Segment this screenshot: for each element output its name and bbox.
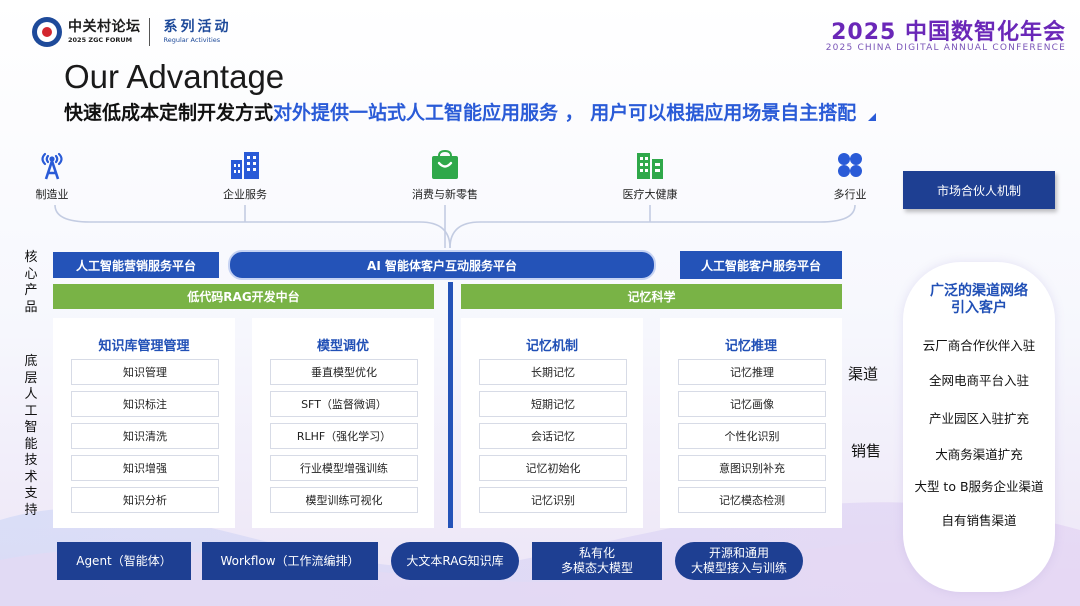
shopping-bag-icon xyxy=(432,150,458,179)
bottom-button-label-2: 大模型接入与训练 xyxy=(690,561,787,575)
bottom-button-label: 大文本RAG知识库 xyxy=(406,553,504,568)
module-item[interactable]: 知识管理 xyxy=(71,359,219,385)
industry-label: 企业服务 xyxy=(223,188,267,201)
agent-button[interactable]: Agent（智能体） xyxy=(57,542,191,580)
module-item[interactable]: 模型训练可视化 xyxy=(270,487,418,513)
module-title: 知识库管理管理 xyxy=(98,339,190,354)
industry-label: 多行业 xyxy=(833,188,867,201)
channel-item: 产业园区入驻扩充 xyxy=(928,411,1029,426)
module-item[interactable]: 记忆模态检测 xyxy=(678,487,826,513)
antenna-icon xyxy=(41,152,63,180)
industry-label: 制造业 xyxy=(35,188,69,201)
module-item[interactable]: SFT（监督微调） xyxy=(270,391,418,417)
center-divider xyxy=(448,282,453,528)
open-source-model-button[interactable]: 开源和通用 大模型接入与训练 xyxy=(675,542,803,580)
module-card-memory-mechanism: 记忆机制 长期记忆 短期记忆 会话记忆 记忆初始化 记忆识别 xyxy=(461,318,643,528)
buildings-icon xyxy=(231,152,259,179)
channel-item: 全网电商平台入驻 xyxy=(928,373,1029,388)
bottom-button-label-2: 多模态大模型 xyxy=(560,561,633,575)
module-item[interactable]: 记忆识别 xyxy=(479,487,627,513)
market-partner-button[interactable]: 市场合伙人机制 xyxy=(903,171,1055,209)
workflow-button[interactable]: Workflow（工作流编排） xyxy=(202,542,378,580)
module-item[interactable]: RLHF（强化学习） xyxy=(270,423,418,449)
channel-item: 云厂商合作伙伴入驻 xyxy=(922,338,1036,353)
channel-item: 大型 to B服务企业渠道 xyxy=(914,479,1044,494)
module-item[interactable]: 长期记忆 xyxy=(479,359,627,385)
industry-manufacturing: 制造业 xyxy=(0,150,112,202)
rag-knowledge-base-button[interactable]: 大文本RAG知识库 xyxy=(391,542,519,580)
ai-marketing-platform[interactable]: 人工智能营销服务平台 xyxy=(53,252,219,278)
module-card-knowledge-base: 知识库管理管理 知识管理 知识标注 知识清洗 知识增强 知识分析 xyxy=(53,318,235,528)
channel-label: 渠道 xyxy=(848,365,879,383)
module-item[interactable]: 个性化识别 xyxy=(678,423,826,449)
industry-enterprise-services: 企业服务 xyxy=(185,150,305,202)
memory-science-bar: 记忆科学 xyxy=(461,284,842,309)
ai-customer-service-platform[interactable]: 人工智能客户服务平台 xyxy=(680,251,842,279)
sales-label: 销售 xyxy=(851,442,882,460)
module-title: 记忆推理 xyxy=(724,339,777,354)
four-petal-icon xyxy=(838,153,862,177)
module-item[interactable]: 短期记忆 xyxy=(479,391,627,417)
channel-item: 大商务渠道扩充 xyxy=(935,447,1023,462)
module-item[interactable]: 记忆初始化 xyxy=(479,455,627,481)
module-card-memory-reasoning: 记忆推理 记忆推理 记忆画像 个性化识别 意图识别补充 记忆模态检测 xyxy=(660,318,842,528)
low-code-rag-platform-bar: 低代码RAG开发中台 xyxy=(53,284,434,309)
bottom-button-label: 私有化 xyxy=(578,546,615,560)
bottom-button-label: 开源和通用 xyxy=(708,546,769,560)
module-item[interactable]: 知识分析 xyxy=(71,487,219,513)
bottom-button-label: Agent（智能体） xyxy=(76,553,172,568)
industry-healthcare: 医疗大健康 xyxy=(590,150,710,202)
module-item[interactable]: 知识清洗 xyxy=(71,423,219,449)
private-multimodal-model-button[interactable]: 私有化 多模态大模型 xyxy=(532,542,662,580)
module-item[interactable]: 记忆画像 xyxy=(678,391,826,417)
module-card-model-tuning: 模型调优 垂直模型优化 SFT（监督微调） RLHF（强化学习） 行业模型增强训… xyxy=(252,318,434,528)
module-item[interactable]: 记忆推理 xyxy=(678,359,826,385)
module-item[interactable]: 垂直模型优化 xyxy=(270,359,418,385)
module-title: 记忆机制 xyxy=(525,339,578,354)
bottom-button-label: Workflow（工作流编排） xyxy=(220,553,360,568)
channel-network-panel: 广泛的渠道网络 引入客户 云厂商合作伙伴入驻 全网电商平台入驻 产业园区入驻扩充… xyxy=(903,262,1055,592)
base-ai-support-label: 底层人工智能技术支持 xyxy=(24,354,38,518)
ai-agent-interaction-platform[interactable]: AI 智能体客户互动服务平台 xyxy=(228,250,656,280)
hospital-icon xyxy=(637,153,663,179)
industry-multi: 多行业 xyxy=(790,150,910,202)
channel-title-line-1: 广泛的渠道网络 xyxy=(930,283,1028,299)
core-products-label: 核心产品 xyxy=(24,250,38,315)
channel-item: 自有销售渠道 xyxy=(941,513,1017,528)
module-item[interactable]: 行业模型增强训练 xyxy=(270,455,418,481)
module-item[interactable]: 知识标注 xyxy=(71,391,219,417)
module-item[interactable]: 会话记忆 xyxy=(479,423,627,449)
module-item[interactable]: 知识增强 xyxy=(71,455,219,481)
industry-label: 医疗大健康 xyxy=(622,188,678,201)
module-title: 模型调优 xyxy=(316,339,369,354)
channel-title-line-2: 引入客户 xyxy=(951,300,1007,316)
industry-label: 消费与新零售 xyxy=(412,188,478,201)
module-item[interactable]: 意图识别补充 xyxy=(678,455,826,481)
channel-panel-title: 广泛的渠道网络 引入客户 xyxy=(903,283,1055,317)
industry-consumer-retail: 消费与新零售 xyxy=(385,150,505,202)
